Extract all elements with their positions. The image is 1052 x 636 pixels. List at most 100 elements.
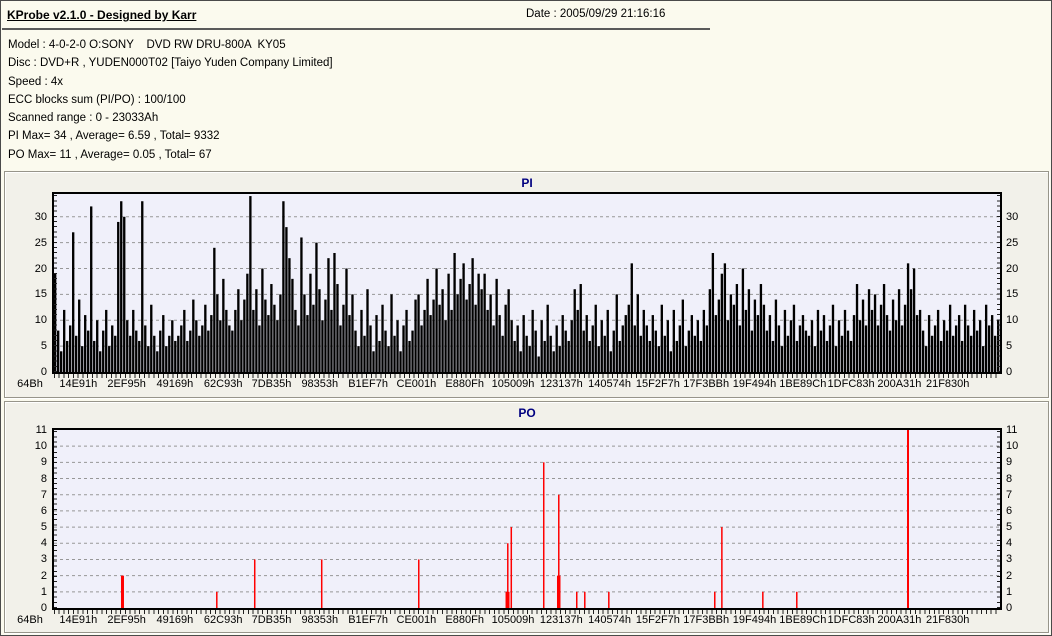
pi-bar xyxy=(264,299,267,372)
pi-bar xyxy=(699,340,703,372)
pi-bar xyxy=(648,340,651,372)
y-axis-label: 11 xyxy=(35,424,47,436)
pi-bar xyxy=(543,340,546,372)
pi-bar xyxy=(81,346,84,372)
pi-bar xyxy=(894,320,898,372)
pi-bar xyxy=(174,340,177,372)
pi-bar xyxy=(117,221,120,372)
pi-bar xyxy=(714,315,718,372)
x-axis-label: 105009h xyxy=(491,614,535,626)
pi-bar xyxy=(915,315,919,372)
pi-bar xyxy=(231,330,234,372)
x-axis-label: 17F3BBh xyxy=(683,614,730,626)
pi-bar xyxy=(390,294,393,372)
pi-bar xyxy=(369,325,372,372)
pi-bar xyxy=(126,320,129,372)
y-axis-label: 0 xyxy=(1006,366,1013,378)
pi-bar xyxy=(687,330,691,372)
x-axis-label: 200A31h xyxy=(877,378,922,390)
pi-bar xyxy=(525,335,528,372)
y-axis-label: 3 xyxy=(40,553,47,566)
pi-bar xyxy=(693,335,697,372)
pi-bar xyxy=(438,304,441,372)
pi-bar xyxy=(975,330,979,372)
pi-bar xyxy=(564,330,567,372)
pi-bar xyxy=(690,315,694,372)
po-bar xyxy=(584,591,586,608)
x-axis-label: 2EF95h xyxy=(107,378,146,390)
pi-bar xyxy=(435,268,438,372)
pi-bar xyxy=(807,335,811,372)
pi-bar xyxy=(183,309,186,372)
pi-bar xyxy=(747,289,751,372)
pi-bar xyxy=(444,320,447,372)
pi-bar xyxy=(588,340,591,372)
pi-bar xyxy=(345,268,348,372)
x-axis-label: E880Fh xyxy=(445,614,484,626)
pi-bar xyxy=(744,309,748,372)
pi-bar xyxy=(612,330,615,372)
pi-bar xyxy=(966,325,970,372)
y-axis-label: 15 xyxy=(34,288,47,301)
pi-bar xyxy=(582,330,585,372)
pi-bar xyxy=(738,325,742,372)
pi-bar xyxy=(87,330,90,372)
pi-bar xyxy=(579,284,582,372)
pi-bar xyxy=(741,268,745,372)
pi-bar xyxy=(498,315,501,372)
pi-bar xyxy=(141,201,144,372)
y-axis-label: 6 xyxy=(40,504,47,517)
pi-bar xyxy=(303,294,306,372)
y-axis-label: 1 xyxy=(40,585,47,598)
pi-plot-area xyxy=(52,192,1002,374)
pi-bar xyxy=(945,330,949,372)
pi-bar xyxy=(786,335,790,372)
x-axis-label: 98353h xyxy=(301,614,339,626)
pi-bar xyxy=(234,309,237,372)
pi-bar xyxy=(891,299,895,372)
pi-bar xyxy=(792,304,796,372)
pi-bar xyxy=(195,320,198,372)
pi-bar xyxy=(102,330,105,372)
pi-bar xyxy=(486,309,489,372)
pi-bar xyxy=(837,320,841,372)
pi-bar xyxy=(729,294,733,372)
pi-bar xyxy=(558,346,561,372)
pi-bar xyxy=(252,309,255,372)
pi-bar xyxy=(402,325,405,372)
pi-bar xyxy=(333,252,336,372)
pi-bar xyxy=(900,325,904,372)
pi-bar xyxy=(720,273,724,372)
pi-bar xyxy=(972,309,976,372)
pi-bar xyxy=(675,340,678,372)
y-axis-label: 8 xyxy=(40,472,47,485)
pi-bar xyxy=(168,335,171,372)
x-axis-label: 64Bh xyxy=(17,614,43,626)
pi-bar xyxy=(594,304,597,372)
pi-bar xyxy=(138,340,141,372)
pi-bar xyxy=(441,289,444,372)
x-axis-label: 19F494h xyxy=(732,614,777,626)
x-axis-label: E880Fh xyxy=(445,378,484,390)
pi-bar xyxy=(663,335,666,372)
pi-bar xyxy=(423,309,426,372)
pi-bar xyxy=(285,227,288,372)
pi-bar xyxy=(963,304,967,372)
pi-bar xyxy=(510,320,513,372)
pi-bar xyxy=(819,330,823,372)
pi-bar xyxy=(456,294,459,372)
x-axis-label: 140574h xyxy=(588,614,632,626)
x-axis-label: 98353h xyxy=(301,378,339,390)
pi-bar xyxy=(816,309,820,372)
pi-bar xyxy=(717,299,721,372)
pi-bar xyxy=(684,346,688,372)
pi-bar xyxy=(249,196,252,372)
pi-bar xyxy=(417,294,420,372)
pi-bar xyxy=(63,309,66,372)
po-plot-area xyxy=(52,428,1002,610)
pi-bar xyxy=(57,330,60,372)
y-axis-label: 1 xyxy=(1006,585,1013,598)
pi-bar xyxy=(795,340,799,372)
po-bar xyxy=(576,591,578,608)
pi-bar xyxy=(123,216,126,372)
